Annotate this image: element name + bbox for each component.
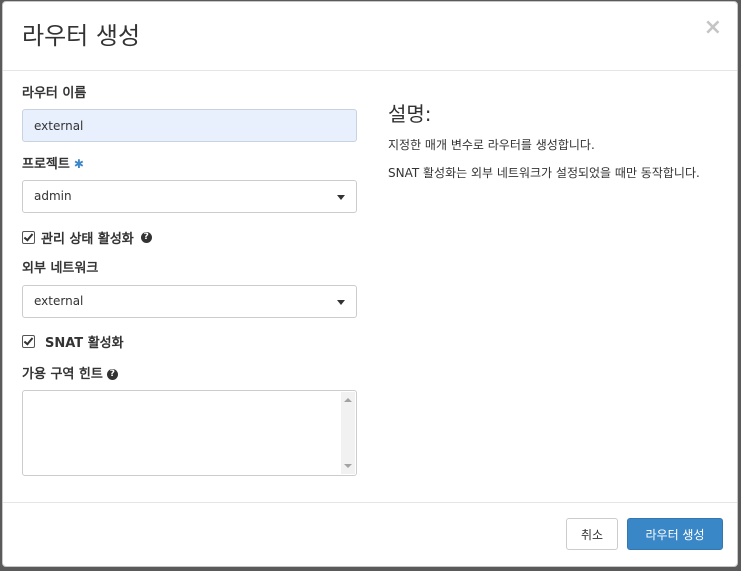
snat-label: SNAT 활성화 (45, 335, 124, 351)
router-name-label-text: 라우터 이름 (22, 86, 87, 101)
project-select[interactable]: admin (22, 180, 357, 213)
external-network-label: 외부 네트워크 (22, 260, 98, 278)
dialog-header: 라우터 생성 × (3, 2, 737, 71)
required-icon: ✱ (73, 157, 84, 171)
external-network-label-text: 외부 네트워크 (22, 261, 99, 276)
scrollbar[interactable] (341, 392, 355, 474)
close-icon[interactable]: × (704, 16, 722, 40)
cancel-button[interactable]: 취소 (566, 518, 618, 550)
router-name-input[interactable] (22, 109, 357, 142)
az-hints-label-text: 가용 구역 힌트 (22, 367, 103, 382)
project-select-value: admin (34, 189, 72, 203)
question-icon[interactable]: ? (140, 231, 152, 243)
chevron-down-icon (337, 195, 345, 200)
snat-checkbox[interactable] (22, 334, 35, 348)
dialog-footer: 취소 라우터 생성 (3, 502, 737, 566)
project-label: 프로젝트 ✱ (22, 155, 84, 174)
dialog-title: 라우터 생성 (22, 22, 141, 50)
az-hints-listbox[interactable] (22, 390, 357, 476)
create-router-button[interactable]: 라우터 생성 (627, 518, 723, 550)
question-icon[interactable]: ? (106, 369, 118, 380)
description-paragraph: SNAT 활성화는 외부 네트워크가 설정되었을 때만 동작합니다. (388, 166, 700, 180)
project-label-text: 프로젝트 (22, 157, 70, 172)
description-paragraph: 지정한 매개 변수로 라우터를 생성합니다. (388, 138, 595, 152)
description-title: 설명: (388, 102, 432, 126)
admin-state-label: 관리 상태 활성화 (41, 231, 134, 247)
create-router-dialog: 라우터 생성 × 라우터 이름 프로젝트✱ admin 관리 상태 활성화 ? … (2, 1, 738, 567)
chevron-down-icon (337, 300, 345, 305)
scroll-up-icon[interactable] (344, 398, 352, 402)
external-network-select-value: external (34, 294, 84, 308)
scroll-down-icon[interactable] (344, 464, 352, 468)
admin-state-row: 관리 상태 활성화 ? (22, 228, 152, 247)
external-network-select[interactable]: external (22, 285, 357, 318)
router-name-label: 라우터 이름 (22, 85, 86, 103)
az-hints-label: 가용 구역 힌트? (22, 366, 118, 384)
admin-state-checkbox[interactable] (22, 230, 35, 244)
snat-row: SNAT 활성화 (22, 332, 124, 351)
